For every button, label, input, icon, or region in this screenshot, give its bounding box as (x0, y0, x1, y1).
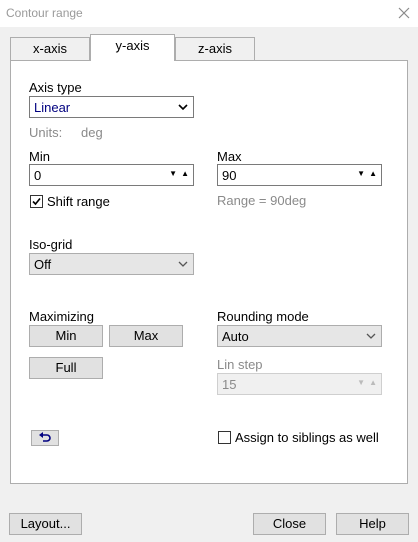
rounding-mode-value: Auto (222, 329, 249, 344)
min-dropdown-icon[interactable]: ▼ (169, 169, 177, 178)
min-spinbox[interactable]: 0 ▼ ▲ (29, 164, 194, 186)
shift-range-label[interactable]: Shift range (47, 194, 110, 209)
lin-step-up-icon: ▲ (369, 378, 377, 387)
chevron-down-icon (178, 261, 188, 267)
shift-range-checkbox[interactable] (30, 195, 43, 208)
maximize-min-button[interactable]: Min (29, 325, 103, 347)
axis-type-label: Axis type (29, 80, 82, 95)
range-info: Range = 90deg (217, 193, 307, 208)
max-dropdown-icon[interactable]: ▼ (357, 169, 365, 178)
axis-type-select[interactable]: Linear (29, 96, 194, 118)
axis-type-value: Linear (34, 100, 71, 115)
min-value: 0 (34, 168, 42, 183)
max-step-up-icon[interactable]: ▲ (369, 169, 377, 178)
undo-icon (39, 432, 51, 442)
max-value: 90 (222, 168, 237, 183)
assign-siblings-label[interactable]: Assign to siblings as well (235, 430, 379, 445)
maximize-full-button[interactable]: Full (29, 357, 103, 379)
iso-grid-label: Iso-grid (29, 237, 73, 252)
assign-siblings-checkbox[interactable] (218, 431, 231, 444)
rounding-mode-label: Rounding mode (217, 309, 309, 324)
lin-step-spinbox: 15 ▼ ▲ (217, 373, 382, 395)
undo-button[interactable] (31, 430, 59, 446)
iso-grid-value: Off (34, 257, 52, 272)
chevron-down-icon (178, 104, 188, 111)
units-label: Units: (29, 125, 63, 140)
iso-grid-select[interactable]: Off (29, 253, 194, 275)
maximize-max-button[interactable]: Max (109, 325, 183, 347)
max-label: Max (217, 149, 242, 164)
max-spinbox[interactable]: 90 ▼ ▲ (217, 164, 382, 186)
lin-step-value: 15 (222, 377, 237, 392)
checkmark-icon (32, 197, 41, 206)
maximizing-label: Maximizing (29, 309, 95, 324)
rounding-mode-select[interactable]: Auto (217, 325, 382, 347)
min-label: Min (29, 149, 50, 164)
panel-content: Axis type Linear Units: deg Min 0 ▼ ▲ Ma… (0, 0, 418, 542)
lin-step-dropdown-icon: ▼ (357, 378, 365, 387)
lin-step-label: Lin step (217, 357, 263, 372)
chevron-down-icon (366, 333, 376, 339)
units-value: deg (81, 125, 103, 140)
min-step-up-icon[interactable]: ▲ (181, 169, 189, 178)
